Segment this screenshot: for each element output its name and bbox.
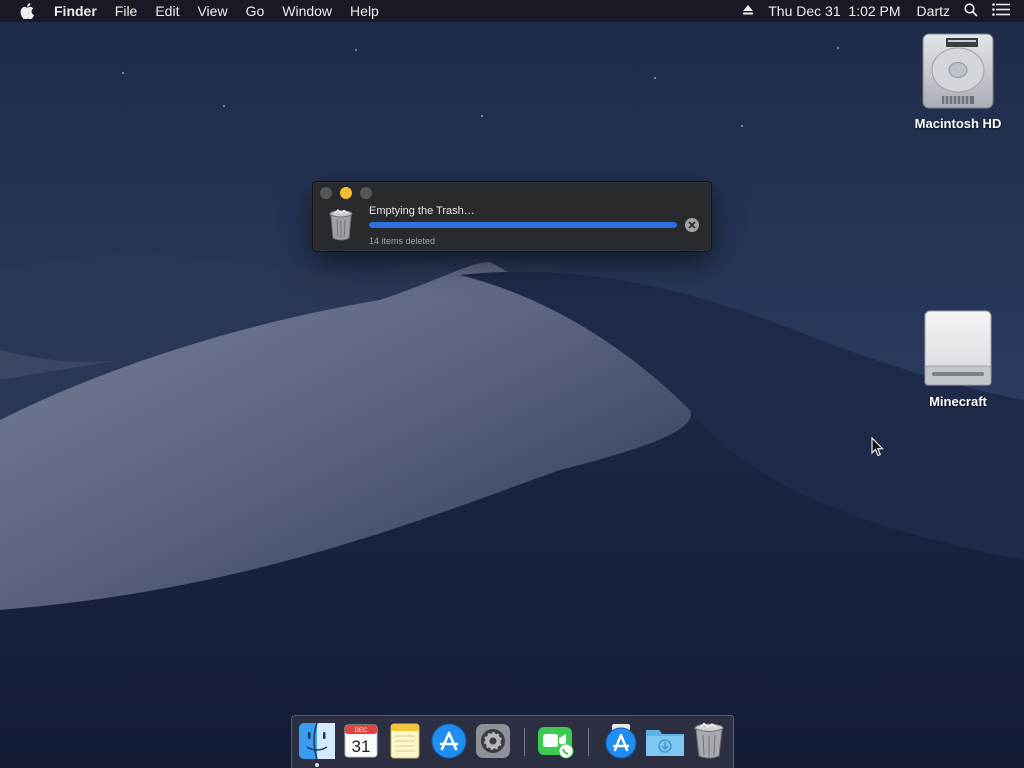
menu-bar: Finder File Edit View Go Window Help Thu… [0,0,1024,22]
dock-separator [588,728,589,756]
calendar-day: 31 [352,737,371,756]
zoom-window-button[interactable] [360,187,372,199]
menu-file[interactable]: File [115,0,138,22]
wallpaper [0,0,1024,768]
dialog-status: 14 items deleted [369,236,436,246]
mouse-cursor-icon [871,437,884,457]
menu-user[interactable]: Dartz [917,3,950,19]
progress-bar [369,222,677,228]
trash-icon [329,209,353,241]
dock-separator [524,728,525,756]
progress-fill [369,222,677,228]
desktop-icon-macintosh-hd[interactable]: Macintosh HD [903,32,1013,131]
list-icon[interactable] [992,3,1010,19]
calendar-icon[interactable]: DEC 31 [342,722,380,760]
hard-drive-icon [922,33,994,109]
window-controls [320,187,380,199]
eject-icon[interactable] [742,3,754,19]
empty-trash-progress-window: Emptying the Trash… 14 items deleted [312,181,712,252]
desktop: Finder File Edit View Go Window Help Thu… [0,0,1024,768]
stop-button[interactable] [685,218,699,232]
external-drive-icon [924,310,992,386]
minimize-window-button[interactable] [340,187,352,199]
menu-finder[interactable]: Finder [54,0,97,22]
apple-logo-icon[interactable] [20,0,36,22]
notes-icon[interactable] [386,722,424,760]
folder-icon[interactable] [644,722,686,760]
system-preferences-icon[interactable] [474,722,512,760]
menu-clock[interactable]: Thu Dec 31 1:02 PM [768,3,900,19]
dialog-title: Emptying the Trash… [369,205,475,217]
finder-icon[interactable] [298,722,336,760]
running-indicator [315,763,319,767]
desktop-icon-label: Macintosh HD [914,116,1002,131]
desktop-icon-minecraft[interactable]: Minecraft [903,308,1013,409]
menu-window[interactable]: Window [282,0,332,22]
close-window-button[interactable] [320,187,332,199]
calendar-month: DEC [355,728,368,734]
app-store-icon[interactable] [430,722,468,760]
menu-go[interactable]: Go [246,0,265,22]
downloads-stack-icon[interactable] [602,722,640,760]
facetime-icon[interactable] [536,722,574,760]
menu-help[interactable]: Help [350,0,379,22]
trash-icon[interactable] [690,722,728,760]
menu-view[interactable]: View [197,0,227,22]
desktop-icon-label: Minecraft [929,394,987,409]
dock: DEC 31 [291,715,734,768]
menu-edit[interactable]: Edit [155,0,179,22]
search-icon[interactable] [964,2,978,20]
close-icon [688,221,696,229]
